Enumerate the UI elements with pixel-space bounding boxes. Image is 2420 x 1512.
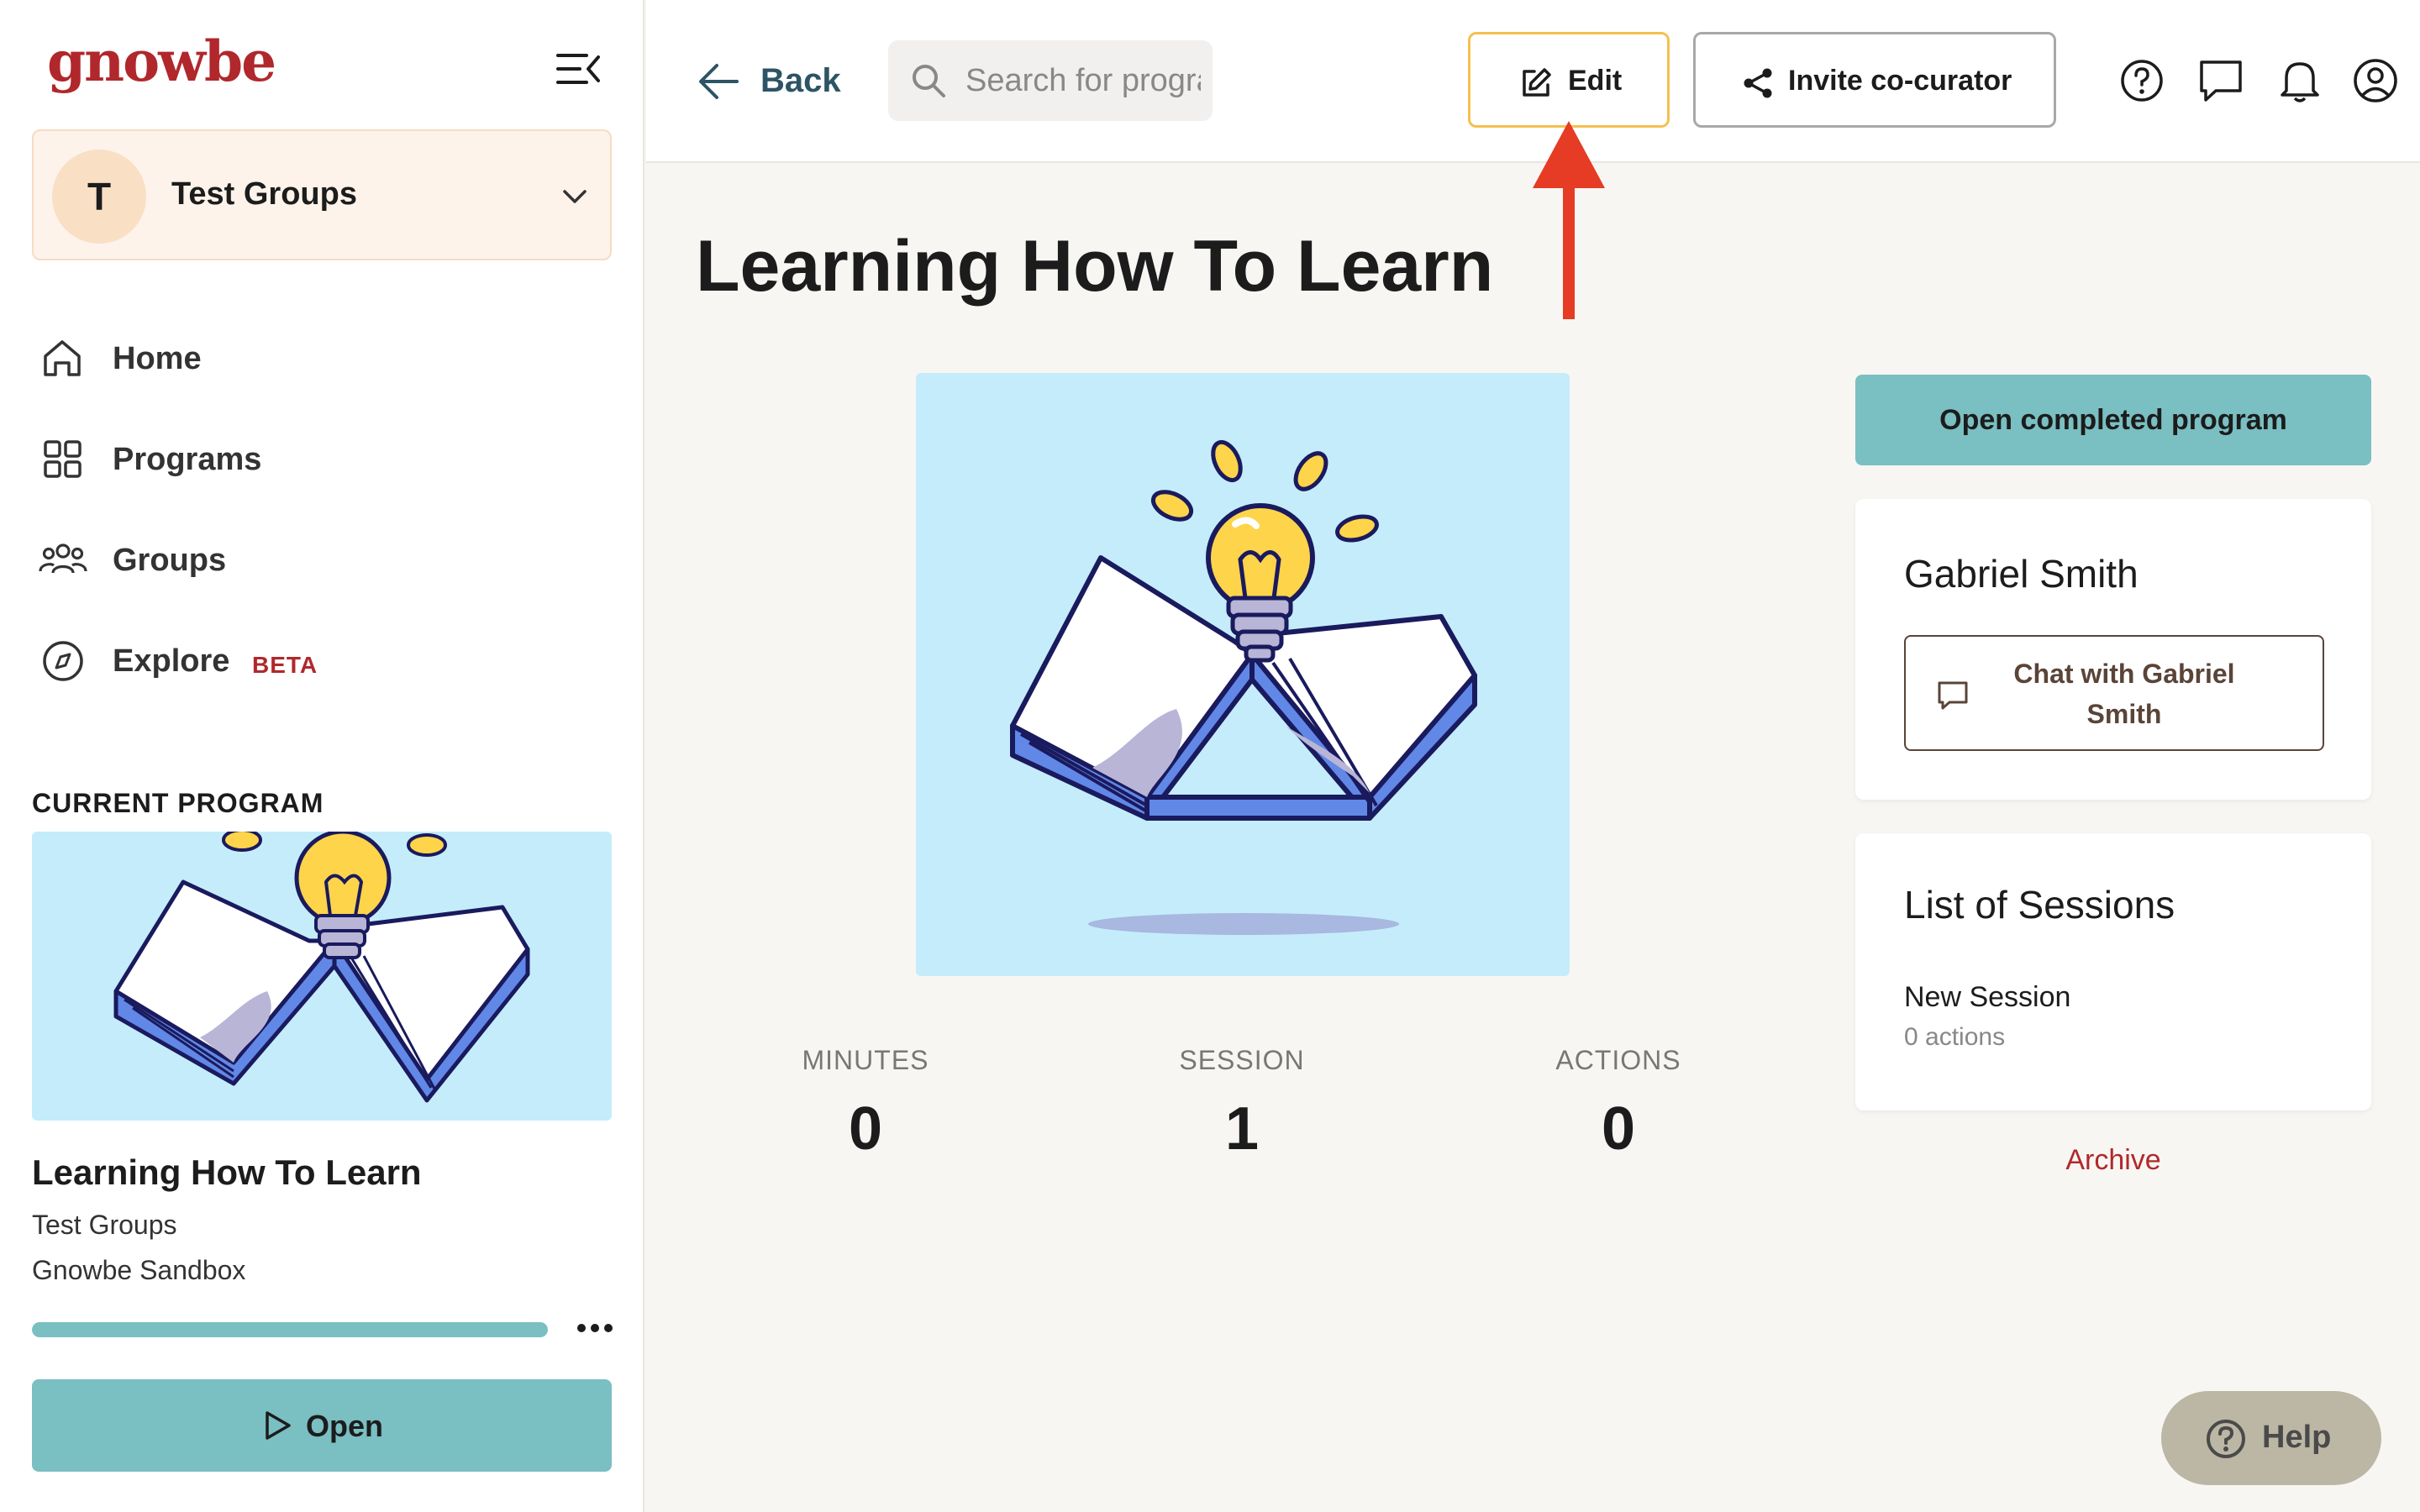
current-program-organization: Gnowbe Sandbox xyxy=(32,1255,246,1285)
current-program-progress-bar xyxy=(32,1322,548,1337)
sidebar: gnowbe T Test Groups Home Programs Group… xyxy=(0,0,644,1512)
stat-value: 0 xyxy=(848,1095,883,1163)
sidebar-item-home[interactable]: Home xyxy=(39,331,543,385)
organization-switcher[interactable]: T Test Groups xyxy=(32,129,612,260)
edit-button[interactable]: Edit xyxy=(1468,32,1670,128)
help-label: Help xyxy=(2262,1420,2332,1455)
more-options-icon[interactable] xyxy=(575,1315,615,1341)
user-profile-icon[interactable] xyxy=(2352,57,2399,104)
chat-label: Chat with Gabriel Smith xyxy=(2013,659,2235,729)
chat-icon[interactable] xyxy=(2197,57,2244,104)
edit-icon xyxy=(1519,66,1553,100)
sidebar-item-label: Home xyxy=(113,341,202,376)
arrow-left-icon xyxy=(697,62,740,101)
current-program-thumbnail[interactable] xyxy=(32,832,612,1121)
back-label: Back xyxy=(760,62,841,99)
sessions-card: List of Sessions New Session 0 actions xyxy=(1855,833,2371,1110)
stat-value: 0 xyxy=(1601,1095,1636,1163)
org-avatar: T xyxy=(52,150,146,244)
search-bar[interactable] xyxy=(888,40,1213,121)
play-icon xyxy=(262,1410,292,1441)
session-name[interactable]: New Session xyxy=(1904,981,2070,1014)
help-circle-icon xyxy=(2205,1418,2247,1460)
beta-badge: BETA xyxy=(252,652,318,678)
book-lightbulb-illustration xyxy=(113,832,530,1103)
users-icon xyxy=(39,539,87,581)
invite-co-curator-button[interactable]: Invite co-curator xyxy=(1693,32,2056,128)
collapse-sidebar-icon[interactable] xyxy=(555,50,602,87)
chat-with-curator-button[interactable]: Chat with Gabriel Smith xyxy=(1904,635,2324,751)
session-action-count: 0 actions xyxy=(1904,1023,2006,1051)
progress-fill xyxy=(32,1322,548,1337)
archive-link[interactable]: Archive xyxy=(1855,1144,2371,1177)
open-button-label: Open xyxy=(306,1409,384,1443)
search-icon xyxy=(910,62,947,99)
share-icon xyxy=(1741,66,1775,100)
compass-icon xyxy=(39,640,87,682)
current-program-title[interactable]: Learning How To Learn xyxy=(32,1152,422,1193)
open-program-button[interactable]: Open xyxy=(32,1379,612,1472)
help-button[interactable]: Help xyxy=(2161,1391,2381,1485)
chevron-down-icon xyxy=(561,183,588,210)
stat-minutes: MINUTES 0 xyxy=(739,1045,992,1163)
invite-label: Invite co-curator xyxy=(1788,65,2012,97)
curator-name: Gabriel Smith xyxy=(1904,552,2139,596)
page-title: Learning How To Learn xyxy=(696,226,1494,307)
gnowbe-logo[interactable]: gnowbe xyxy=(47,29,276,94)
sidebar-item-explore[interactable]: Explore BETA xyxy=(39,633,543,687)
stat-label: MINUTES xyxy=(802,1045,929,1075)
stat-label: ACTIONS xyxy=(1555,1045,1681,1075)
stat-actions: ACTIONS 0 xyxy=(1492,1045,1744,1163)
home-icon xyxy=(39,338,87,380)
grid-icon xyxy=(39,438,87,480)
stat-value: 1 xyxy=(1224,1095,1260,1163)
back-button[interactable]: Back xyxy=(697,55,865,108)
sidebar-item-label: Groups xyxy=(113,543,227,578)
program-cover-image xyxy=(916,373,1570,976)
open-completed-label: Open completed program xyxy=(1939,404,2287,436)
stat-label: SESSION xyxy=(1179,1045,1305,1075)
sidebar-item-programs[interactable]: Programs xyxy=(39,432,543,486)
sidebar-item-label: Programs xyxy=(113,442,262,477)
chat-bubble-icon xyxy=(1936,679,1970,712)
help-circle-icon[interactable] xyxy=(2118,57,2165,104)
bell-icon[interactable] xyxy=(2276,57,2323,104)
sidebar-item-label: Explore xyxy=(113,643,230,679)
current-program-group: Test Groups xyxy=(32,1210,177,1240)
book-lightbulb-illustration xyxy=(1010,439,1477,935)
annotation-arrow-icon xyxy=(1531,121,1605,319)
stat-session: SESSION 1 xyxy=(1116,1045,1368,1163)
current-program-heading: CURRENT PROGRAM xyxy=(32,788,324,818)
open-completed-program-button[interactable]: Open completed program xyxy=(1855,375,2371,465)
edit-label: Edit xyxy=(1568,65,1623,97)
sessions-heading: List of Sessions xyxy=(1904,883,2175,927)
sidebar-item-groups[interactable]: Groups xyxy=(39,533,543,586)
search-input[interactable] xyxy=(965,59,1201,102)
curator-card: Gabriel Smith Chat with Gabriel Smith xyxy=(1855,499,2371,800)
org-name: Test Groups xyxy=(171,176,357,212)
